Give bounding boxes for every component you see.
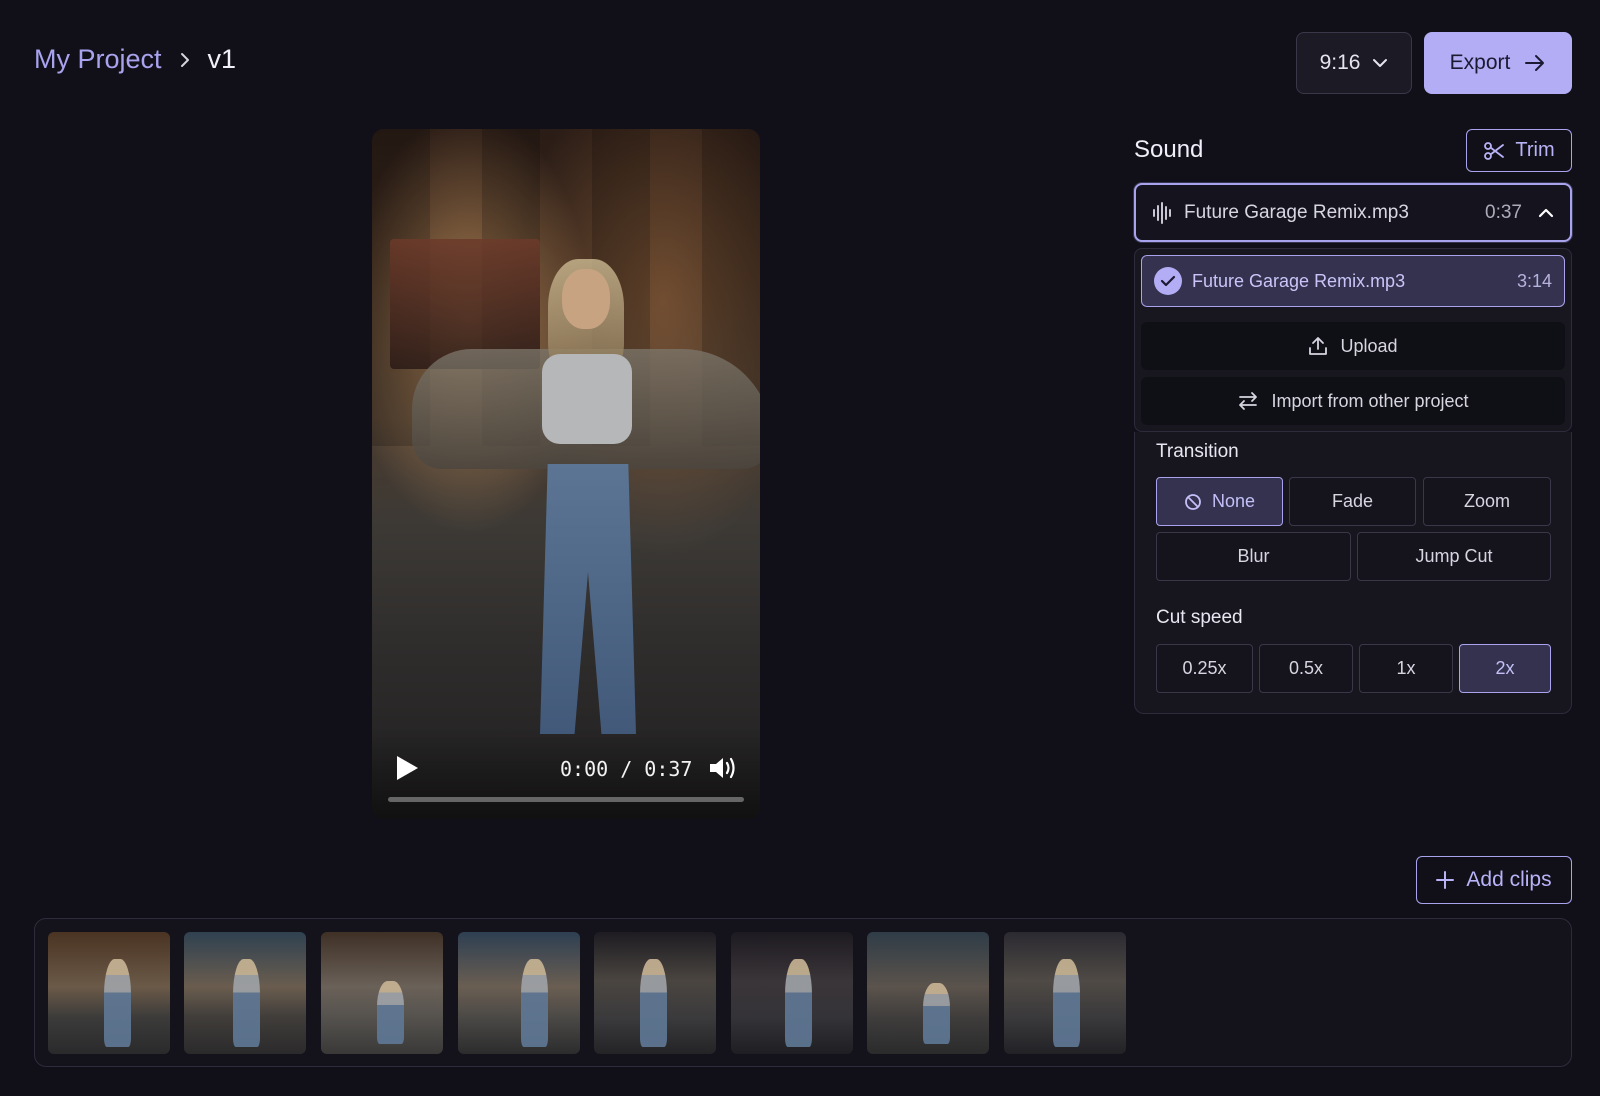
clip-thumbnail[interactable]	[594, 932, 716, 1054]
settings-card: Transition None Fade Zoom Blur Jump Cut …	[1134, 432, 1572, 714]
aspect-ratio-select[interactable]: 9:16	[1296, 32, 1412, 94]
cut-speed-025-label: 0.25x	[1182, 658, 1227, 678]
transition-blur-label: Blur	[1237, 546, 1270, 566]
transition-none-label: None	[1211, 491, 1256, 511]
aspect-ratio-value: 9:16	[1319, 51, 1361, 74]
cut-speed-1-button[interactable]: 1x	[1359, 644, 1453, 693]
add-clips-button[interactable]: Add clips	[1416, 856, 1572, 904]
volume-icon[interactable]	[708, 755, 738, 781]
clip-thumbnail[interactable]	[731, 932, 853, 1054]
transition-zoom-label: Zoom	[1463, 491, 1510, 511]
trim-label: Trim	[1515, 139, 1555, 161]
sound-option-duration: 3:14	[1516, 270, 1552, 291]
transition-fade-button[interactable]: Fade	[1289, 477, 1416, 526]
transition-none-button[interactable]: None	[1156, 477, 1283, 526]
upload-icon	[1309, 337, 1328, 355]
breadcrumb: My Project v1	[34, 44, 236, 75]
cut-speed-2-label: 2x	[1495, 658, 1515, 678]
transition-jumpcut-button[interactable]: Jump Cut	[1357, 532, 1551, 581]
import-label: Import from other project	[1271, 390, 1469, 411]
video-progress-bar[interactable]	[388, 797, 744, 802]
clip-thumbnail[interactable]	[48, 932, 170, 1054]
sound-select-filename: Future Garage Remix.mp3	[1184, 201, 1409, 223]
video-controls: 0:00 / 0:37	[372, 729, 760, 819]
sound-select-duration: 0:37	[1485, 201, 1522, 223]
export-label: Export	[1449, 51, 1511, 74]
cut-speed-025-button[interactable]: 0.25x	[1156, 644, 1253, 693]
clip-timeline	[34, 918, 1572, 1067]
clip-thumbnail[interactable]	[321, 932, 443, 1054]
transition-zoom-button[interactable]: Zoom	[1423, 477, 1551, 526]
cut-speed-05-label: 0.5x	[1288, 658, 1324, 678]
video-subject	[522, 259, 652, 739]
clip-thumbnail[interactable]	[1004, 932, 1126, 1054]
upload-label: Upload	[1340, 335, 1398, 356]
transition-jumpcut-label: Jump Cut	[1415, 546, 1493, 566]
export-button[interactable]: Export	[1424, 32, 1572, 94]
plus-icon	[1436, 871, 1455, 889]
arrow-right-icon	[1525, 55, 1545, 71]
scissors-icon	[1484, 141, 1505, 160]
transition-label: Transition	[1156, 441, 1239, 462]
clip-thumbnail[interactable]	[184, 932, 306, 1054]
video-time: 0:00 / 0:37	[560, 757, 693, 781]
video-preview[interactable]: 0:00 / 0:37	[372, 129, 760, 819]
audio-wave-icon	[1153, 201, 1171, 224]
trim-button[interactable]: Trim	[1466, 129, 1572, 172]
transition-blur-button[interactable]: Blur	[1156, 532, 1351, 581]
clip-thumbnail[interactable]	[458, 932, 580, 1054]
sound-option-selected[interactable]: Future Garage Remix.mp3 3:14	[1141, 255, 1565, 307]
sound-dropdown: Future Garage Remix.mp3 3:14 Upload Impo…	[1134, 248, 1572, 432]
import-button[interactable]: Import from other project	[1141, 377, 1565, 425]
play-icon[interactable]	[394, 755, 420, 781]
sound-option-name: Future Garage Remix.mp3	[1192, 270, 1406, 291]
swap-icon	[1239, 392, 1258, 410]
upload-button[interactable]: Upload	[1141, 322, 1565, 370]
clip-thumbnail[interactable]	[867, 932, 989, 1054]
add-clips-label: Add clips	[1466, 868, 1552, 891]
breadcrumb-version: v1	[207, 44, 237, 74]
sound-select[interactable]: Future Garage Remix.mp3 0:37	[1134, 183, 1572, 242]
sound-section-title: Sound	[1134, 136, 1204, 163]
chevron-right-icon	[178, 52, 192, 68]
chevron-up-icon	[1538, 208, 1554, 217]
check-icon	[1154, 267, 1182, 295]
chevron-down-icon	[1373, 59, 1388, 67]
cut-speed-label: Cut speed	[1156, 607, 1243, 628]
cut-speed-05-button[interactable]: 0.5x	[1259, 644, 1353, 693]
transition-fade-label: Fade	[1331, 491, 1374, 511]
cut-speed-2-button[interactable]: 2x	[1459, 644, 1551, 693]
cut-speed-1-label: 1x	[1396, 658, 1416, 678]
ban-icon	[1185, 493, 1201, 510]
breadcrumb-project-link[interactable]: My Project	[34, 44, 162, 75]
